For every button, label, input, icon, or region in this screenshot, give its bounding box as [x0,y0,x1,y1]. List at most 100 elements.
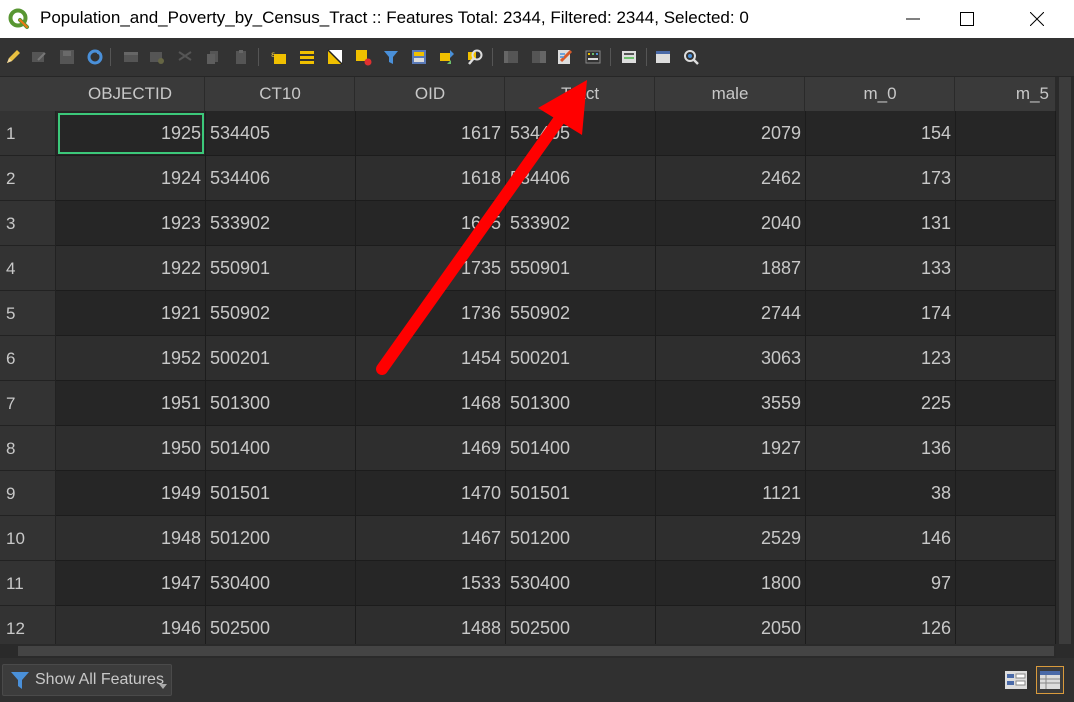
table-cell[interactable]: 1948 [56,516,206,561]
table-cell[interactable]: 1121 [656,471,806,516]
table-row[interactable]: 10 1948 501200 1467 501200 2529 146 [0,516,1056,561]
table-cell[interactable]: 534405 [206,111,356,156]
table-cell[interactable]: 500201 [206,336,356,381]
multi-edit-button[interactable] [30,48,48,66]
table-cell[interactable]: 173 [806,156,956,201]
table-cell[interactable]: 38 [806,471,956,516]
table-cell[interactable]: 534406 [206,156,356,201]
table-cell[interactable]: 1947 [56,561,206,606]
table-cell[interactable]: 1618 [356,156,506,201]
show-all-features-button[interactable]: Show All Features [2,664,172,696]
table-cell[interactable]: 1800 [656,561,806,606]
select-all-button[interactable] [298,48,316,66]
table-cell[interactable]: 1470 [356,471,506,516]
table-cell[interactable] [956,246,1056,291]
table-cell[interactable]: 1533 [356,561,506,606]
table-cell[interactable] [956,471,1056,516]
table-row[interactable]: 8 1950 501400 1469 501400 1927 136 [0,426,1056,471]
table-cell[interactable] [956,336,1056,381]
table-cell[interactable]: 1950 [56,426,206,471]
table-cell[interactable]: 530400 [206,561,356,606]
table-row[interactable]: 3 1923 533902 1605 533902 2040 131 [0,201,1056,246]
table-row[interactable]: 4 1922 550901 1735 550901 1887 133 [0,246,1056,291]
table-row[interactable]: 11 1947 530400 1533 530400 1800 97 [0,561,1056,606]
table-cell[interactable] [956,156,1056,201]
cut-button[interactable] [176,48,194,66]
zoom-to-selected-button[interactable] [466,48,484,66]
table-cell[interactable]: 2050 [656,606,806,644]
close-button[interactable] [1014,0,1060,38]
table-row[interactable]: 12 1946 502500 1488 502500 2050 126 [0,606,1056,644]
table-cell[interactable]: 1887 [656,246,806,291]
dock-button[interactable] [654,48,672,66]
row-header[interactable]: 11 [0,561,56,606]
table-row[interactable]: 7 1951 501300 1468 501300 3559 225 [0,381,1056,426]
table-cell[interactable]: 501501 [206,471,356,516]
table-cell[interactable]: 550901 [506,246,656,291]
column-header[interactable]: m_0 [806,77,955,111]
table-cell[interactable] [956,381,1056,426]
table-cell[interactable]: 2744 [656,291,806,336]
table-cell[interactable]: 3063 [656,336,806,381]
table-row[interactable]: 5 1921 550902 1736 550902 2744 174 [0,291,1056,336]
table-cell[interactable]: 97 [806,561,956,606]
table-cell[interactable]: 501400 [206,426,356,471]
table-cell[interactable] [956,561,1056,606]
table-view-button[interactable] [1036,666,1064,694]
table-cell[interactable]: 133 [806,246,956,291]
table-cell[interactable]: 1467 [356,516,506,561]
column-header[interactable]: OID [356,77,505,111]
table-cell[interactable]: 126 [806,606,956,644]
table-cell[interactable]: 1924 [56,156,206,201]
delete-field-button[interactable] [530,48,548,66]
table-cell[interactable]: 154 [806,111,956,156]
row-header[interactable]: 3 [0,201,56,246]
table-cell[interactable]: 502500 [506,606,656,644]
field-calculator-button[interactable] [584,48,602,66]
delete-feature-button[interactable] [148,48,166,66]
save-edits-button[interactable] [58,48,76,66]
row-header[interactable]: 8 [0,426,56,471]
row-header[interactable]: 12 [0,606,56,644]
vertical-scrollbar[interactable] [1056,77,1074,644]
table-cell[interactable]: 1735 [356,246,506,291]
table-cell[interactable]: 534405 [506,111,656,156]
table-cell[interactable]: 1923 [56,201,206,246]
column-header[interactable]: Tract [506,77,655,111]
table-cell[interactable]: 550902 [206,291,356,336]
table-cell[interactable]: 501200 [206,516,356,561]
table-row[interactable]: 6 1952 500201 1454 500201 3063 123 [0,336,1056,381]
table-cell[interactable]: 501200 [506,516,656,561]
filter-selected-button[interactable] [382,48,400,66]
table-cell[interactable]: 533902 [206,201,356,246]
table-row[interactable]: 9 1949 501501 1470 501501 1121 38 [0,471,1056,516]
table-cell[interactable]: 1952 [56,336,206,381]
table-cell[interactable]: 502500 [206,606,356,644]
table-cell[interactable]: 2529 [656,516,806,561]
table-cell[interactable]: 225 [806,381,956,426]
deselect-all-button[interactable] [354,48,372,66]
table-cell[interactable]: 1951 [56,381,206,426]
new-field-button[interactable] [502,48,520,66]
table-cell[interactable] [956,291,1056,336]
table-cell[interactable]: 123 [806,336,956,381]
table-row[interactable]: 2 1924 534406 1618 534406 2462 173 [0,156,1056,201]
corner-cell[interactable] [0,77,57,111]
table-cell[interactable]: 550902 [506,291,656,336]
table-cell[interactable]: 501300 [506,381,656,426]
row-header[interactable]: 4 [0,246,56,291]
row-header[interactable]: 2 [0,156,56,201]
table-row[interactable]: 1 1925 534405 1617 534405 2079 154 [0,111,1056,156]
table-cell[interactable] [956,111,1056,156]
column-header[interactable]: CT10 [206,77,355,111]
table-cell[interactable]: 501501 [506,471,656,516]
maximize-button[interactable] [944,0,990,38]
table-cell[interactable]: 1617 [356,111,506,156]
table-cell[interactable]: 136 [806,426,956,471]
actions-button[interactable] [620,48,638,66]
table-cell[interactable]: 1927 [656,426,806,471]
organize-columns-button[interactable] [682,48,700,66]
column-header[interactable]: m_5 [956,77,1056,111]
table-cell[interactable]: 501300 [206,381,356,426]
table-cell[interactable]: 2040 [656,201,806,246]
